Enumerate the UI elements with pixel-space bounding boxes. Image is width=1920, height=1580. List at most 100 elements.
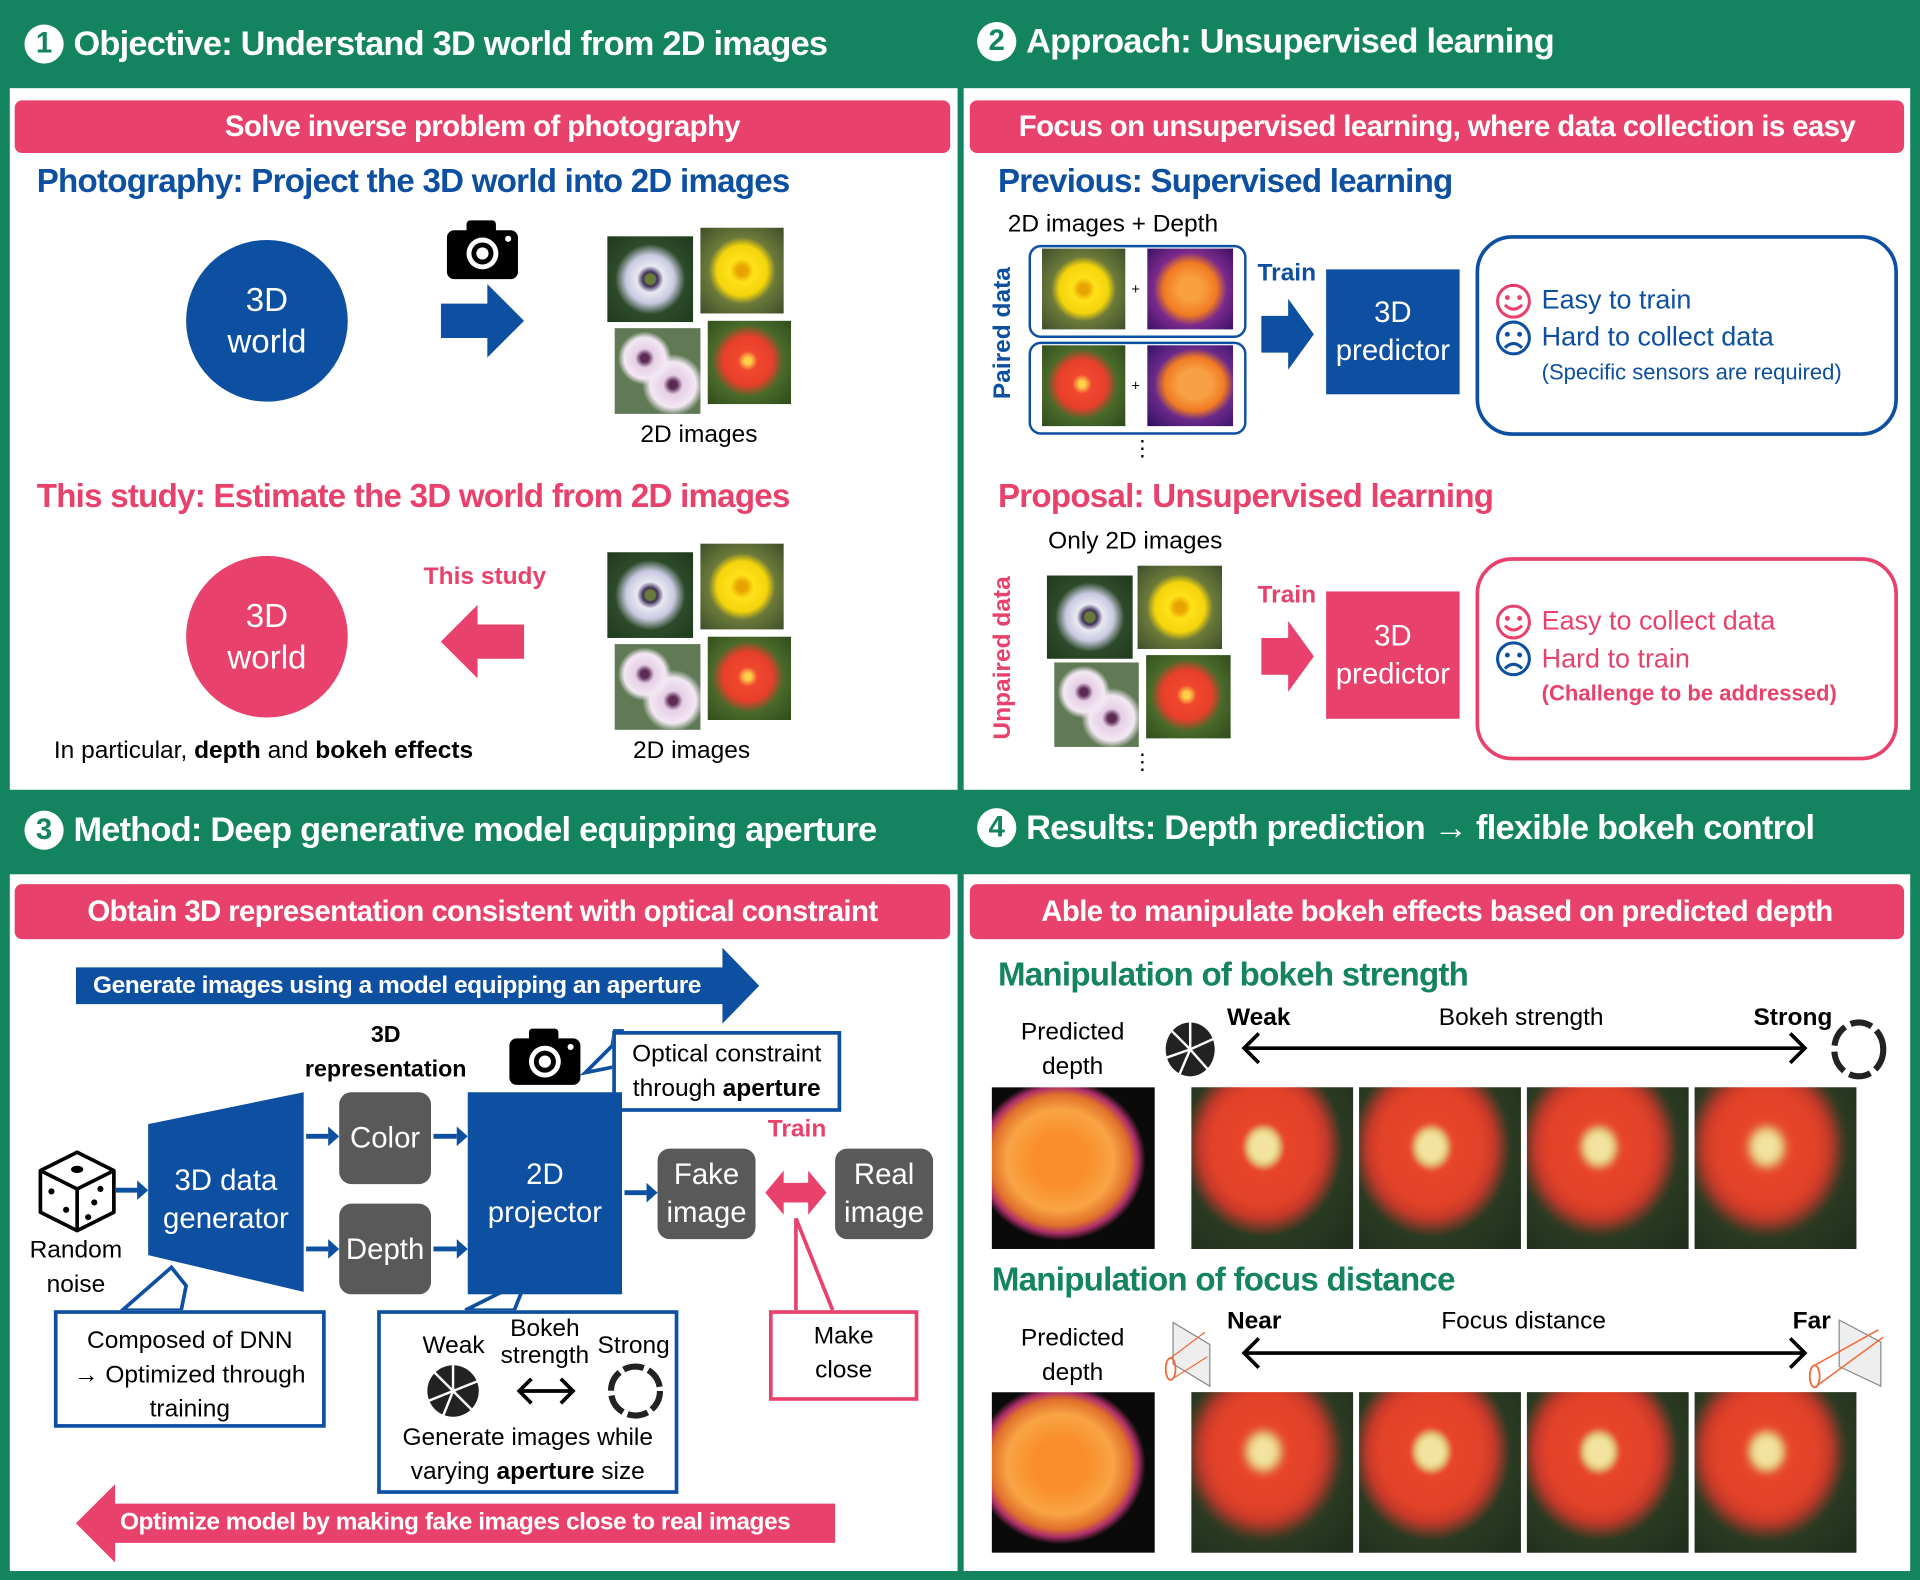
projector-box: 2D projector bbox=[467, 1092, 623, 1295]
arrow-right-icon bbox=[440, 284, 525, 358]
bokeh-result-image bbox=[1191, 1087, 1354, 1249]
section3-title: Method: Deep generative model equipping … bbox=[73, 810, 877, 849]
make-close-callout: Make close bbox=[768, 1310, 919, 1401]
unpaired-caption: Only 2D images bbox=[1048, 527, 1223, 555]
pros-text: Easy to train bbox=[1541, 284, 1692, 315]
aperture-small-icon bbox=[1165, 1022, 1216, 1077]
callout-text: Generate images while bbox=[402, 1424, 653, 1452]
note-bold: bokeh effects bbox=[315, 737, 474, 765]
world-label: 3D world bbox=[227, 597, 307, 676]
frown-icon bbox=[1496, 641, 1531, 677]
section4-header: 4 Results: Depth prediction → flexible bo… bbox=[977, 808, 1815, 848]
bokeh-result-image bbox=[1694, 1087, 1857, 1249]
callout-text: size bbox=[594, 1458, 645, 1486]
cons-note: (Specific sensors are required) bbox=[1541, 360, 1842, 385]
frown-icon bbox=[1496, 320, 1531, 356]
focus-distance-label: Focus distance bbox=[1441, 1307, 1606, 1335]
aperture-small-icon bbox=[427, 1365, 479, 1417]
predicted-depth-label: Predicted depth bbox=[1020, 1324, 1125, 1387]
section4-title: Results: Depth prediction → flexible bok… bbox=[1026, 808, 1815, 847]
flower-image bbox=[1146, 655, 1231, 739]
paired-caption: 2D images + Depth bbox=[1007, 210, 1219, 238]
note-bold: depth bbox=[194, 737, 261, 765]
note-text: and bbox=[260, 737, 316, 765]
predictor-box: 3D predictor bbox=[1326, 591, 1460, 719]
flower-image bbox=[700, 227, 784, 314]
color-box: Color bbox=[339, 1092, 432, 1185]
section2-title: Approach: Unsupervised learning bbox=[1026, 22, 1555, 61]
aperture-large-icon bbox=[1831, 1019, 1887, 1080]
proposal-heading: Proposal: Unsupervised learning bbox=[997, 477, 1494, 515]
section3-header: 3 Method: Deep generative model equipping… bbox=[24, 810, 877, 850]
flower-image bbox=[1054, 662, 1139, 747]
flower-image bbox=[707, 320, 792, 405]
paired-label: Paired data bbox=[989, 267, 1017, 400]
callout-text: → Optimized through training bbox=[74, 1361, 306, 1423]
bokeh-strength-label: Bokeh strength bbox=[500, 1315, 590, 1369]
focus-axis-arrow bbox=[1241, 1337, 1808, 1370]
photography-heading: Photography: Project the 3D world into 2… bbox=[36, 162, 791, 200]
lens-far-icon bbox=[1808, 1318, 1884, 1389]
train-label: Train bbox=[1257, 259, 1317, 287]
weak-label: Weak bbox=[422, 1332, 485, 1360]
images-label: 2D images bbox=[640, 421, 758, 449]
generate-arrow-label: Generate images using a model equipping … bbox=[93, 972, 701, 1000]
depth-image bbox=[1147, 248, 1234, 330]
camera-icon bbox=[446, 220, 518, 280]
predicted-depth-image bbox=[991, 1087, 1155, 1249]
number-badge: 2 bbox=[977, 22, 1017, 62]
flower-image bbox=[1042, 345, 1126, 427]
section1-header: 1 Objective: Understand 3D world from 2D … bbox=[24, 24, 828, 64]
depth-box: Depth bbox=[339, 1203, 432, 1295]
section2-header: 2 Approach: Unsupervised learning bbox=[977, 22, 1555, 62]
flower-image bbox=[1046, 575, 1133, 659]
strong-label: Strong bbox=[597, 1332, 670, 1360]
pros-text: Easy to collect data bbox=[1541, 604, 1776, 636]
lens-near-icon bbox=[1164, 1321, 1211, 1388]
callout-text: Composed of DNN bbox=[87, 1327, 293, 1355]
world-circle: 3D world bbox=[186, 555, 348, 718]
study-heading: This study: Estimate the 3D world from 2… bbox=[36, 477, 791, 515]
images-label: 2D images bbox=[633, 737, 751, 765]
objective-banner: Solve inverse problem of photography bbox=[14, 100, 951, 154]
train-label: Train bbox=[1257, 581, 1317, 609]
cons-note: (Challenge to be addressed) bbox=[1541, 680, 1837, 706]
ellipsis: ⋮ bbox=[1131, 749, 1154, 774]
focus-heading: Manipulation of focus distance bbox=[991, 1261, 1456, 1298]
bokeh-result-image bbox=[1359, 1087, 1521, 1249]
smile-icon bbox=[1496, 604, 1531, 640]
train-label: Train bbox=[767, 1115, 827, 1143]
arrow-left-icon bbox=[440, 604, 525, 679]
unpaired-label: Unpaired data bbox=[989, 576, 1017, 740]
callout-text: varying bbox=[410, 1458, 497, 1486]
flower-image bbox=[614, 328, 701, 414]
predicted-depth-image bbox=[991, 1392, 1155, 1553]
approach-banner: Focus on unsupervised learning, where da… bbox=[969, 100, 1905, 154]
plus-sign: + bbox=[1131, 280, 1141, 298]
optimize-arrow-label: Optimize model by making fake images clo… bbox=[120, 1508, 791, 1536]
focus-result-image bbox=[1359, 1392, 1521, 1553]
ellipsis: ⋮ bbox=[1131, 435, 1154, 461]
callout-bold: aperture bbox=[496, 1458, 595, 1486]
double-arrow-icon bbox=[516, 1377, 576, 1405]
note-text: In particular, bbox=[53, 737, 195, 765]
focus-result-image bbox=[1191, 1392, 1354, 1553]
cons-text: Hard to collect data bbox=[1541, 320, 1774, 352]
previous-heading: Previous: Supervised learning bbox=[997, 162, 1453, 200]
focus-result-image bbox=[1526, 1392, 1689, 1553]
predicted-depth-label: Predicted depth bbox=[1020, 1018, 1125, 1081]
flower-image bbox=[607, 236, 694, 323]
flower-image bbox=[614, 644, 701, 730]
bokeh-axis-arrow bbox=[1241, 1032, 1808, 1065]
dnn-callout: Composed of DNN → Optimized through train… bbox=[53, 1310, 326, 1428]
arrow-right-icon bbox=[1261, 298, 1314, 370]
flower-image bbox=[1042, 248, 1126, 330]
depth-image bbox=[1147, 345, 1234, 427]
compare-arrow bbox=[765, 1170, 827, 1215]
fake-image-box: Fake image bbox=[657, 1148, 756, 1240]
real-image-box: Real image bbox=[835, 1148, 934, 1240]
focus-result-image bbox=[1694, 1392, 1857, 1553]
results-banner: Able to manipulate bokeh effects based o… bbox=[969, 884, 1905, 940]
aperture-large-icon bbox=[607, 1363, 664, 1419]
this-study-label: This study bbox=[423, 563, 547, 591]
